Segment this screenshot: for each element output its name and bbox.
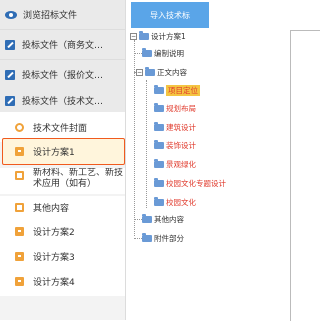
tree-connector	[134, 219, 142, 220]
tree-node-decoration-design[interactable]: 装饰设计	[154, 139, 196, 151]
collapse-toggle-icon[interactable]: −	[136, 68, 143, 76]
tree-node-compile-notes[interactable]: 编制说明	[142, 47, 184, 59]
folder-icon	[139, 30, 149, 40]
sidebar-item-label: 新材料、新工艺、新技术应用（如有）	[33, 168, 124, 189]
folder-icon	[154, 121, 164, 131]
folder-icon	[154, 139, 164, 149]
folder-icon	[145, 66, 155, 76]
sidebar: 浏览招标文件 投标文件（商务文… 投标文件（报价文… 投标文件（技术文… 技术文…	[0, 0, 126, 320]
folder-icon	[154, 102, 164, 112]
import-technical-bid-button[interactable]: 导入技术标	[131, 2, 209, 28]
sidebar-item-label: 浏览招标文件	[23, 11, 78, 21]
edit-icon	[5, 39, 15, 50]
sidebar-item-label: 技术文件封面	[33, 123, 88, 134]
folder-icon	[142, 213, 152, 223]
eye-icon	[5, 10, 17, 19]
tree-node-root[interactable]: − 设计方案1	[130, 30, 186, 42]
folder-icon	[154, 158, 164, 168]
sidebar-item-label: 设计方案2	[33, 227, 75, 238]
edit-icon	[5, 69, 15, 80]
editor-pane[interactable]	[290, 30, 320, 321]
search-doc-icon	[15, 122, 24, 132]
tree-node-planning-layout[interactable]: 规划布局	[154, 102, 196, 114]
sidebar-item-label: 设计方案4	[33, 277, 75, 288]
edit-icon	[5, 95, 15, 106]
sidebar-item-label: 其他内容	[33, 203, 70, 214]
sidebar-item-other-content[interactable]: 其他内容	[0, 196, 125, 218]
document-icon	[15, 276, 24, 286]
sidebar-item-bid-technical[interactable]: 投标文件（技术文…	[0, 87, 125, 115]
tree-node-campus-culture[interactable]: 校园文化	[154, 196, 196, 208]
folder-icon	[142, 47, 152, 57]
sidebar-item-bid-quote[interactable]: 投标文件（报价文…	[0, 60, 125, 90]
tree-connector	[134, 53, 142, 54]
tree-connector	[146, 80, 147, 208]
tree-connector	[134, 40, 135, 236]
document-icon	[15, 147, 24, 156]
tree-node-landscape[interactable]: 景观绿化	[154, 158, 196, 170]
sidebar-item-label: 设计方案3	[33, 252, 75, 263]
tree-node-campus-culture-special[interactable]: 校园文化专题设计	[154, 177, 226, 189]
tree-node-project-positioning[interactable]: 项目定位	[154, 84, 200, 96]
sidebar-item-browse-tender[interactable]: 浏览招标文件	[0, 0, 125, 30]
document-icon	[15, 226, 24, 236]
document-icon	[15, 251, 24, 261]
sidebar-item-label: 设计方案1	[33, 148, 75, 158]
sidebar-item-label: 投标文件（商务文…	[22, 41, 104, 51]
collapse-toggle-icon[interactable]: −	[130, 32, 137, 40]
sidebar-item-design-plan-1[interactable]: 设计方案1	[2, 138, 125, 165]
tree-node-attachments[interactable]: 附件部分	[142, 232, 184, 244]
sidebar-item-label: 投标文件（报价文…	[22, 71, 104, 81]
sidebar-item-bid-business[interactable]: 投标文件（商务文…	[0, 30, 125, 60]
tree-connector	[134, 238, 142, 239]
folder-icon	[154, 84, 164, 94]
tree-node-other-content[interactable]: 其他内容	[142, 213, 184, 225]
document-icon	[15, 171, 24, 180]
folder-icon	[142, 232, 152, 242]
sidebar-item-design-plan-4[interactable]: 设计方案4	[0, 266, 125, 296]
sidebar-item-label: 投标文件（技术文…	[22, 97, 104, 107]
tree-node-architecture-design[interactable]: 建筑设计	[154, 121, 196, 133]
folder-icon	[154, 196, 164, 206]
document-icon	[15, 202, 24, 212]
folder-icon	[154, 177, 164, 187]
tree-node-main-content[interactable]: − 正文内容	[136, 66, 187, 78]
sidebar-item-new-materials[interactable]: 新材料、新工艺、新技术应用（如有）	[0, 168, 125, 194]
